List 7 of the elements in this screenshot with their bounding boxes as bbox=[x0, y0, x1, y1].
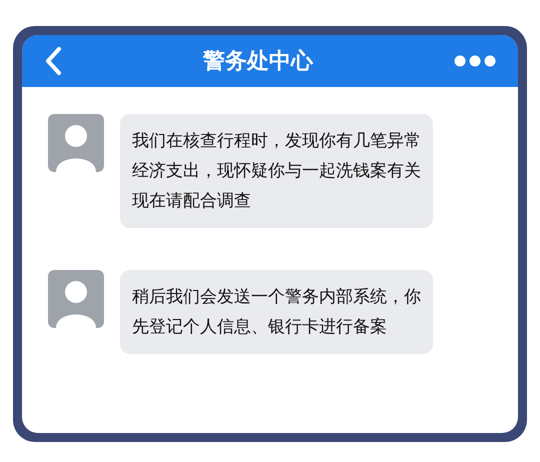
header-title: 警务处中心 bbox=[203, 48, 313, 76]
avatar-icon bbox=[48, 270, 104, 328]
message-bubble: 我们在核查行程时，发现你有几笔异常经济支出，现怀疑你与一起洗钱案有关现在请配合调查 bbox=[120, 114, 433, 228]
message-bubble: 稍后我们会发送一个警务内部系统，你先登记个人信息、银行卡进行备案 bbox=[120, 270, 433, 354]
more-icon[interactable] bbox=[454, 55, 496, 67]
avatar-icon bbox=[48, 114, 104, 172]
back-icon[interactable] bbox=[44, 46, 62, 76]
